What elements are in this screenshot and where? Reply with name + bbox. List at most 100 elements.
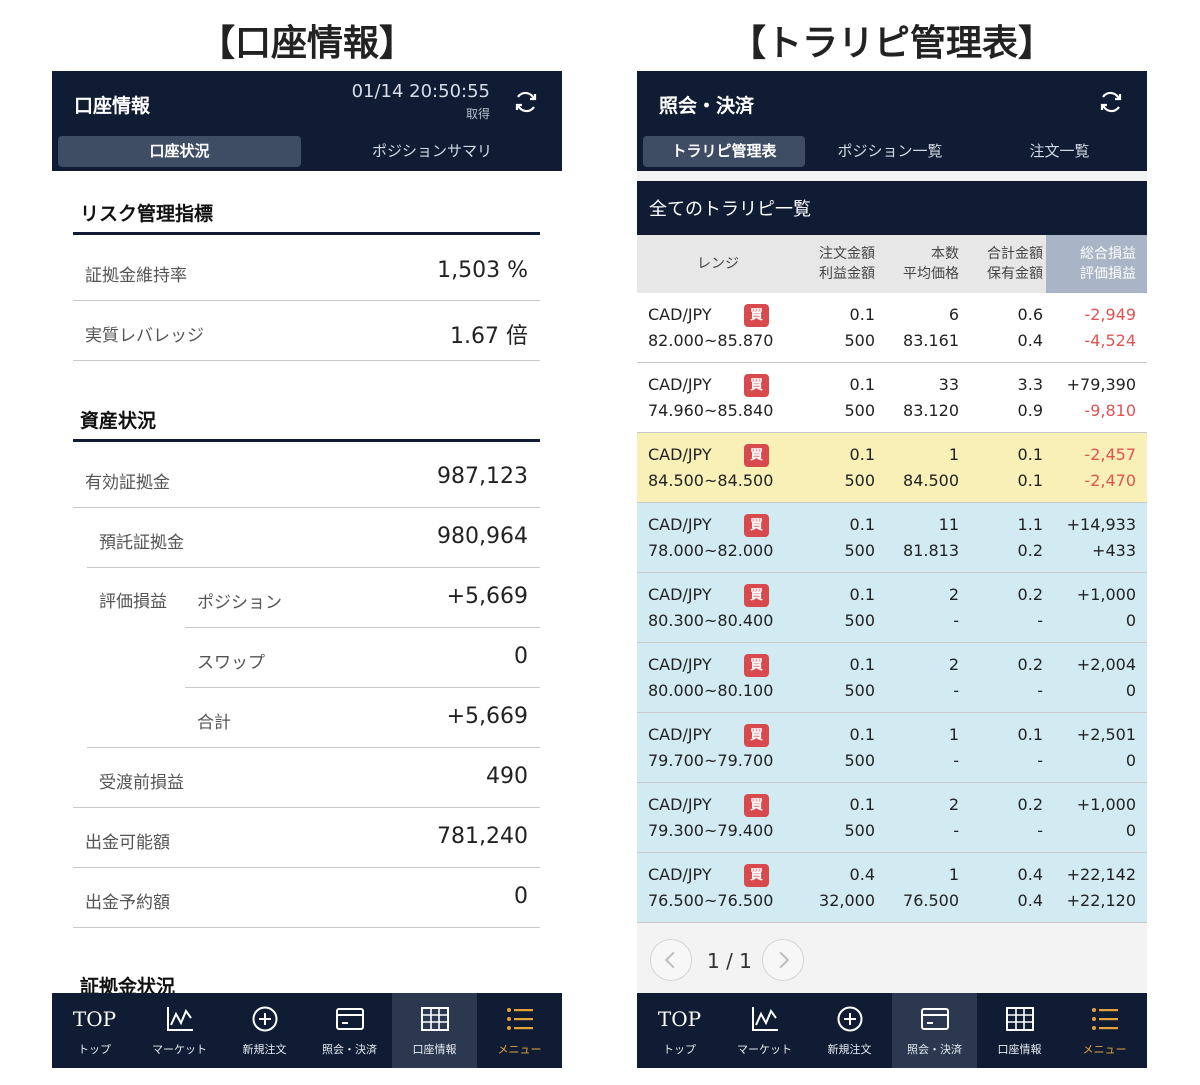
pre-settlement-label: 受渡前損益 <box>99 773 184 793</box>
fetch-datetime: 01/14 20:50:55 <box>351 81 490 102</box>
cell-held: - <box>1037 821 1043 840</box>
menu-icon <box>1092 1008 1118 1030</box>
nav-menu[interactable]: メニュー <box>477 993 562 1068</box>
account-content[interactable]: リスク管理指標 証拠金維持率 1,503 % 実質レバレッジ 1.67 倍 資産… <box>52 171 562 993</box>
cell-pl-eval: 0 <box>1125 681 1136 700</box>
next-page-button[interactable] <box>762 939 804 981</box>
trap-list-content[interactable]: 全てのトラリピ一覧 レンジ 注文金額 利益金額 本数 平均価格 合計金額 保有金… <box>637 171 1147 993</box>
buy-badge: 買 <box>744 444 769 467</box>
card-icon <box>336 1008 364 1030</box>
risk-section-title: リスク管理指標 <box>80 203 214 225</box>
list-title-bar: 全てのトラリピ一覧 <box>637 181 1147 235</box>
withdrawable-value: 781,240 <box>437 824 528 849</box>
cell-avg: - <box>953 751 959 770</box>
position-pl-label: ポジション <box>197 593 282 613</box>
nav-inquiry[interactable]: 照会・決済 <box>307 993 392 1068</box>
cell-pl-eval: -4,524 <box>1084 331 1136 350</box>
cell-pl-total: -2,949 <box>1084 305 1136 324</box>
nav-market[interactable]: マーケット <box>722 993 807 1068</box>
swap-value: 0 <box>514 644 528 669</box>
table-row[interactable]: CAD/JPY 買 84.500~84.500 0.1 500 1 84.500 0.1 0.1… <box>637 433 1147 503</box>
cell-pl-eval: -9,810 <box>1084 401 1136 420</box>
leverage-value: 1.67 倍 <box>450 324 528 349</box>
cell-count: 11 <box>938 515 959 534</box>
currency-pair: CAD/JPY <box>648 725 712 744</box>
card-icon <box>921 1008 949 1030</box>
tab-account-status[interactable]: 口座状況 <box>58 136 301 167</box>
cell-total: 3.3 <box>1017 375 1043 394</box>
buy-badge: 買 <box>744 654 769 677</box>
header-range: レンジ <box>697 256 739 272</box>
chevron-left-icon <box>664 951 675 969</box>
refresh-icon[interactable] <box>512 88 540 116</box>
buy-badge: 買 <box>744 584 769 607</box>
currency-pair: CAD/JPY <box>648 655 712 674</box>
cell-avg: - <box>953 821 959 840</box>
effective-margin-label: 有効証拠金 <box>85 473 170 493</box>
range-text: 80.300~80.400 <box>648 611 774 630</box>
effective-margin-value: 987,123 <box>437 464 528 489</box>
header-held-amount: 保有金額 <box>987 266 1043 282</box>
cell-pl-total: +2,501 <box>1076 725 1136 744</box>
table-row[interactable]: CAD/JPY 買 78.000~82.000 0.1 500 11 81.813 1.1 0.… <box>637 503 1147 573</box>
section-divider <box>73 439 540 442</box>
currency-pair: CAD/JPY <box>648 585 712 604</box>
range-text: 76.500~76.500 <box>648 891 774 910</box>
cell-count: 1 <box>948 865 959 884</box>
nav-new-order[interactable]: 新規注文 <box>222 993 307 1068</box>
page-title: 口座情報 <box>74 95 151 117</box>
tab-position-summary[interactable]: ポジションサマリ <box>307 136 557 167</box>
cell-held: 0.9 <box>1017 401 1043 420</box>
cell-pl-total: +1,000 <box>1076 795 1136 814</box>
leverage-label: 実質レバレッジ <box>85 326 204 346</box>
tab-trap-management[interactable]: トラリピ管理表 <box>643 136 805 167</box>
asset-section-title: 資産状況 <box>80 410 157 432</box>
cell-profit: 500 <box>844 611 875 630</box>
cell-held: - <box>1037 611 1043 630</box>
nav-account[interactable]: 口座情報 <box>977 993 1062 1068</box>
table-row[interactable]: CAD/JPY 買 82.000~85.870 0.1 500 6 83.161 0.6 0.4… <box>637 293 1147 363</box>
cell-avg: - <box>953 681 959 700</box>
cell-held: 0.4 <box>1017 891 1043 910</box>
prev-page-button[interactable] <box>650 939 692 981</box>
refresh-icon[interactable] <box>1097 88 1125 116</box>
cell-held: 0.1 <box>1017 471 1043 490</box>
tab-order-list[interactable]: 注文一覧 <box>977 136 1142 167</box>
cell-count: 1 <box>948 725 959 744</box>
nav-inquiry[interactable]: 照会・決済 <box>892 993 977 1068</box>
cell-held: - <box>1037 681 1043 700</box>
nav-new-order[interactable]: 新規注文 <box>807 993 892 1068</box>
plus-circle-icon <box>252 1006 278 1032</box>
nav-menu[interactable]: メニュー <box>1062 993 1147 1068</box>
cell-count: 6 <box>948 305 959 324</box>
table-row[interactable]: CAD/JPY 買 79.300~79.400 0.1 500 2 - 0.2 - +1,000 0 <box>637 783 1147 853</box>
table-row[interactable]: CAD/JPY 買 79.700~79.700 0.1 500 1 - 0.1 - +2,501 0 <box>637 713 1147 783</box>
range-text: 74.960~85.840 <box>648 401 774 420</box>
swap-label: スワップ <box>197 653 265 673</box>
cell-pl-total: +22,142 <box>1066 865 1136 884</box>
buy-badge: 買 <box>744 864 769 887</box>
nav-account[interactable]: 口座情報 <box>392 993 477 1068</box>
tab-position-list[interactable]: ポジション一覧 <box>809 136 971 167</box>
table-row[interactable]: CAD/JPY 買 80.300~80.400 0.1 500 2 - 0.2 - +1,000 0 <box>637 573 1147 643</box>
cell-total: 0.2 <box>1017 795 1043 814</box>
buy-badge: 買 <box>744 514 769 537</box>
currency-pair: CAD/JPY <box>648 795 712 814</box>
menu-icon <box>507 1008 533 1030</box>
cell-pl-eval: +22,120 <box>1066 891 1136 910</box>
nav-market[interactable]: マーケット <box>137 993 222 1068</box>
table-row[interactable]: CAD/JPY 買 76.500~76.500 0.4 32,000 1 76.500 0.4… <box>637 853 1147 923</box>
list-title: 全てのトラリピ一覧 <box>649 199 811 220</box>
right-caption: 【トラリピ管理表】 <box>729 23 1054 64</box>
table-row[interactable]: CAD/JPY 買 74.960~85.840 0.1 500 33 83.120 3.3 0.… <box>637 363 1147 433</box>
header-count: 本数 <box>931 246 959 262</box>
nav-top[interactable]: TOP トップ <box>637 993 722 1068</box>
cell-total: 0.2 <box>1017 585 1043 604</box>
header-eval-pl: 評価損益 <box>1080 266 1136 282</box>
range-text: 82.000~85.870 <box>648 331 774 350</box>
reserved-withdrawal-label: 出金予約額 <box>85 893 170 913</box>
table-row[interactable]: CAD/JPY 買 80.000~80.100 0.1 500 2 - 0.2 - +2,004 0 <box>637 643 1147 713</box>
eval-pl-label: 評価損益 <box>99 592 167 612</box>
cell-held: 0.4 <box>1017 331 1043 350</box>
nav-top[interactable]: TOP トップ <box>52 993 137 1068</box>
